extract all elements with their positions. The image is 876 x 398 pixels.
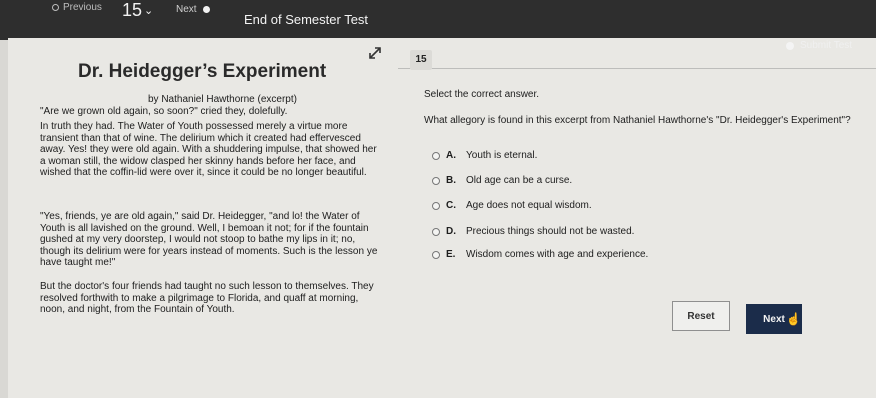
previous-label: Previous xyxy=(63,2,102,13)
choice-letter: D. xyxy=(446,226,456,237)
passage-byline: by Nathaniel Hawthorne (excerpt) xyxy=(148,94,297,105)
choice-letter: A. xyxy=(446,150,456,161)
question-instruction: Select the correct answer. xyxy=(424,89,540,100)
top-toolbar: Previous 15 ⌄ Next End of Semester Test xyxy=(0,0,876,40)
answer-choice-c[interactable]: C. Age does not equal wisdom. xyxy=(432,200,592,211)
test-title: End of Semester Test xyxy=(244,12,369,27)
chevron-down-icon[interactable]: ⌄ xyxy=(144,4,153,17)
passage-paragraph: But the doctor's four friends had taught… xyxy=(40,281,374,316)
passage-paragraph: "Are we grown old again, so soon?" cried… xyxy=(40,106,288,117)
choice-text: Old age can be a curse. xyxy=(466,175,573,186)
question-number-badge: 15 xyxy=(410,50,432,70)
passage-paragraph: In truth they had. The Water of Youth po… xyxy=(40,121,377,179)
question-prompt: What allegory is found in this excerpt f… xyxy=(424,115,851,126)
passage-title: Dr. Heidegger’s Experiment xyxy=(78,61,327,82)
answer-choice-e[interactable]: E. Wisdom comes with age and experience. xyxy=(432,249,648,260)
next-nav-icon xyxy=(202,6,210,13)
radio-button[interactable] xyxy=(432,201,440,210)
choice-text: Age does not equal wisdom. xyxy=(466,200,592,211)
submit-test-button[interactable]: Submit Test xyxy=(786,40,852,51)
next-nav-label: Next xyxy=(176,4,197,15)
previous-icon xyxy=(52,4,59,11)
radio-button[interactable] xyxy=(432,250,440,259)
passage-paragraph: "Yes, friends, ye are old again," said D… xyxy=(40,211,378,269)
expand-arrows-icon[interactable] xyxy=(366,44,384,62)
submit-icon xyxy=(786,41,794,50)
reset-button[interactable]: Reset xyxy=(672,301,730,331)
answer-choice-b[interactable]: B. Old age can be a curse. xyxy=(432,175,572,186)
answer-choice-d[interactable]: D. Precious things should not be wasted. xyxy=(432,226,634,237)
submit-test-label: Submit Test xyxy=(800,40,853,51)
previous-button[interactable]: Previous xyxy=(52,2,102,13)
question-number-selector[interactable]: 15 xyxy=(122,0,142,21)
choice-text: Precious things should not be wasted. xyxy=(466,226,635,237)
choice-letter: B. xyxy=(446,175,456,186)
choice-letter: C. xyxy=(446,200,456,211)
choice-text: Wisdom comes with age and experience. xyxy=(466,249,649,260)
answer-choice-a[interactable]: A. Youth is eternal. xyxy=(432,150,537,161)
radio-button[interactable] xyxy=(432,176,440,185)
question-divider xyxy=(398,68,876,69)
choice-letter: E. xyxy=(446,249,456,260)
radio-button[interactable] xyxy=(432,151,440,160)
hand-cursor-icon: ☝ xyxy=(786,312,801,326)
radio-button[interactable] xyxy=(432,227,440,236)
choice-text: Youth is eternal. xyxy=(466,150,538,161)
next-nav-button[interactable]: Next xyxy=(176,4,210,15)
